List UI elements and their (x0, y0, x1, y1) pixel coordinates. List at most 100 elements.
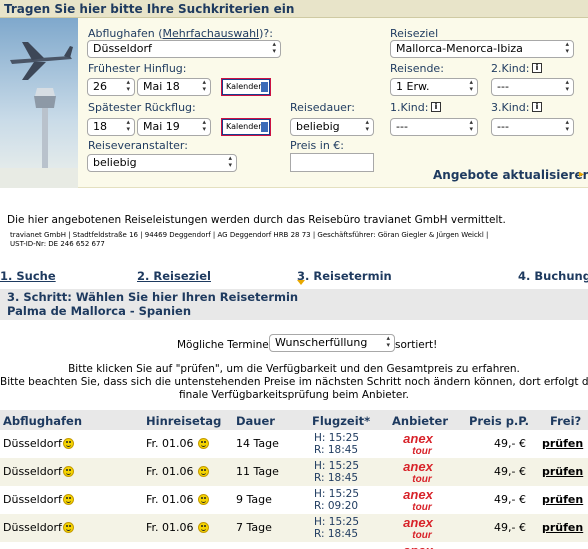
child3-label: 3.Kind: (491, 101, 530, 114)
smiley-icon (62, 522, 74, 533)
outbound-time: H: 15:25 (314, 432, 360, 444)
earliest-day-select[interactable]: 26 (87, 78, 135, 96)
logo-word-1: anex (403, 488, 433, 502)
row-price: 49,- € (494, 493, 526, 506)
info-line-3: finale Verfügbarkeitsprüfung beim Anbiet… (178, 389, 410, 401)
col-date: Hinreisetag (146, 414, 222, 428)
anex-tour-logo: anextour (403, 432, 433, 456)
row-flight-times: H: 15:25 R: 18:45 (314, 460, 359, 484)
child3-select[interactable]: --- (491, 118, 574, 136)
check-availability-link[interactable]: prüfen (542, 521, 583, 534)
info-line-2: Bitte beachten Sie, dass sich die untens… (0, 376, 588, 388)
info-line-1: Bitte klicken Sie auf "prüfen", um die V… (68, 363, 520, 375)
latest-calendar-button[interactable]: Kalender (221, 118, 271, 136)
logo-word-2: tour (412, 474, 433, 484)
return-time: R: 18:45 (314, 472, 359, 484)
row-airport: Düsseldorf (3, 521, 74, 534)
anex-tour-logo: anextour (403, 516, 433, 540)
step-search[interactable]: 1. Suche (0, 269, 56, 283)
row-date: Fr. 01.06 (146, 493, 210, 506)
smiley-icon (198, 494, 210, 505)
destination-subtitle: Palma de Mallorca - Spanien (7, 304, 192, 318)
col-departure: Abflughafen (3, 414, 83, 428)
logo-word-2: tour (412, 502, 433, 512)
operator-select[interactable]: beliebig (87, 154, 237, 172)
row-price: 49,- € (494, 521, 526, 534)
row-duration: 9 Tage (236, 493, 272, 506)
anex-tour-logo: anextour (403, 460, 433, 484)
col-flight-time: Flugzeit* (312, 414, 371, 428)
destination-label: Reiseziel (390, 27, 439, 40)
outbound-time: H: 15:25 (314, 516, 360, 528)
return-time: R: 18:45 (314, 528, 359, 540)
col-duration: Dauer (236, 414, 275, 428)
smiley-icon (62, 494, 74, 505)
child1-label: 1.Kind: (390, 101, 429, 114)
departure-select[interactable]: Düsseldorf (87, 40, 281, 58)
duration-select[interactable]: beliebig (290, 118, 374, 136)
search-header-title: Tragen Sie hier bitte Ihre Suchkriterien… (4, 2, 295, 16)
row-price: 49,- € (494, 437, 526, 450)
smiley-icon (62, 438, 74, 449)
travellers-select[interactable]: 1 Erw. (390, 78, 478, 96)
anex-tour-logo: anextour (403, 544, 433, 549)
outbound-time: H: 15:25 (314, 460, 360, 472)
price-label: Preis in €: (290, 139, 345, 152)
row-date: Fr. 01.06 (146, 521, 210, 534)
operator-label: Reiseveranstalter: (88, 139, 188, 152)
logo-word-2: tour (412, 530, 433, 540)
current-step-title: 3. Schritt: Wählen Sie hier Ihren Reiset… (7, 290, 299, 304)
check-availability-link[interactable]: prüfen (542, 437, 583, 450)
logo-word-2: tour (412, 446, 433, 456)
step-destination[interactable]: 2. Reiseziel (137, 269, 211, 283)
vat-id: UST-ID-Nr: DE 246 652 677 (10, 240, 105, 248)
travellers-label: Reisende: (390, 62, 444, 75)
multi-choice-link[interactable]: Mehrfachauswahl (163, 27, 260, 40)
logo-word-1: anex (403, 516, 433, 530)
row-flight-times: H: 15:25 R: 18:45 (314, 432, 359, 456)
duration-label: Reisedauer: (290, 101, 355, 114)
latest-flight-label: Spätester Rückflug: (88, 101, 196, 114)
row-airport: Düsseldorf (3, 465, 74, 478)
departure-label: Abflughafen (Mehrfachauswahl)?: (88, 27, 273, 40)
sort-suffix: sortiert! (395, 339, 438, 351)
row-duration: 14 Tage (236, 437, 279, 450)
row-date: Fr. 01.06 (146, 465, 210, 478)
child3-info-icon[interactable]: i (532, 102, 542, 112)
child2-select[interactable]: --- (491, 78, 574, 96)
price-input[interactable] (290, 153, 374, 172)
row-duration: 7 Tage (236, 521, 272, 534)
earliest-calendar-button[interactable]: Kalender (221, 78, 271, 96)
latest-day-select[interactable]: 18 (87, 118, 135, 136)
check-availability-link[interactable]: prüfen (542, 493, 583, 506)
update-offers-button[interactable]: Angebote aktualisieren (433, 168, 588, 182)
step-date: 3. Reisetermin (297, 269, 392, 283)
child2-label: 2.Kind: (491, 62, 530, 75)
row-flight-times: H: 15:25 R: 09:20 (314, 488, 359, 512)
table-row: Düsseldorf Fr. 01.06 14 Tage H: 15:25 R: 18… (0, 430, 588, 458)
check-availability-link[interactable]: prüfen (542, 465, 583, 478)
earliest-month-select[interactable]: Mai 18 (137, 78, 211, 96)
search-header: Tragen Sie hier bitte Ihre Suchkriterien… (0, 0, 588, 18)
latest-month-select[interactable]: Mai 19 (137, 118, 211, 136)
col-provider: Anbieter (392, 414, 449, 428)
company-info: travianet GmbH | Stadtfeldstraße 16 | 94… (10, 231, 489, 239)
disclaimer-text: Die hier angebotenen Reiseleistungen wer… (7, 214, 506, 226)
col-availability: Frei? (550, 414, 582, 428)
logo-word-1: anex (403, 544, 433, 549)
earliest-flight-label: Frühester Hinflug: (88, 62, 187, 75)
step-booking: 4. Buchung (518, 269, 588, 283)
row-airport: Düsseldorf (3, 437, 74, 450)
table-row: Düsseldorf Fr. 01.06 9 Tage H: 15:25 R: 09:… (0, 486, 588, 514)
row-airport: Düsseldorf (3, 493, 74, 506)
smiley-icon (198, 438, 210, 449)
sort-select[interactable]: Wunscherfüllung (269, 334, 395, 352)
destination-select[interactable]: Mallorca-Menorca-Ibiza (390, 40, 574, 58)
smiley-icon (198, 522, 210, 533)
table-row: Düsseldorf Fr. 01.06 7 Tage H: 15:25 R: 18:… (0, 514, 588, 542)
row-flight-times: H: 15:25 R: 18:45 (314, 516, 359, 540)
smiley-icon (62, 466, 74, 477)
child2-info-icon[interactable]: i (532, 63, 542, 73)
child1-select[interactable]: --- (390, 118, 478, 136)
child1-info-icon[interactable]: i (431, 102, 441, 112)
